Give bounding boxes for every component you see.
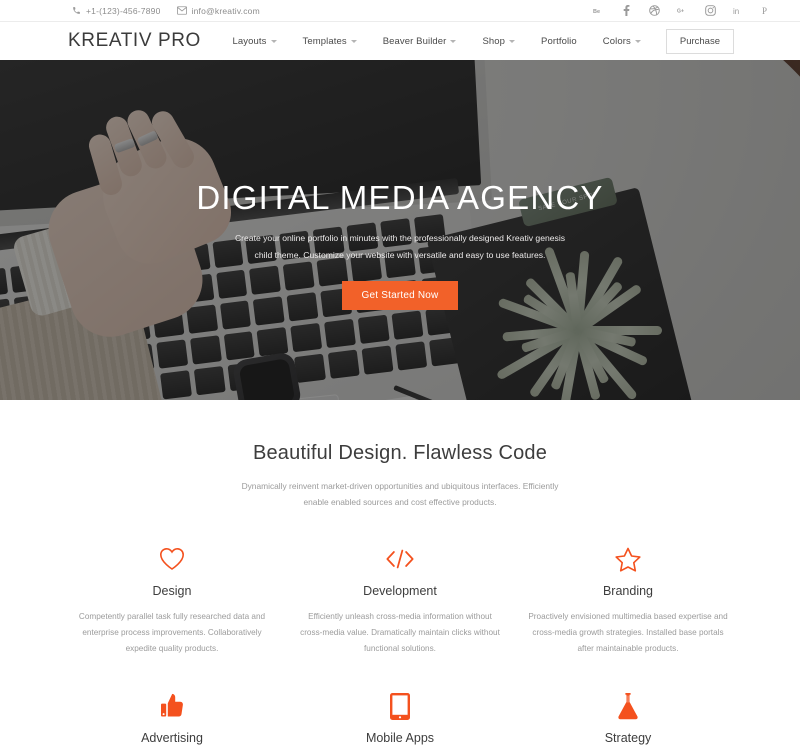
feature-mobile-apps: Mobile Apps — [286, 691, 514, 756]
nav-item-colors[interactable]: Colors — [590, 36, 654, 47]
feature-title: Design — [152, 584, 192, 599]
flask-icon — [526, 691, 730, 721]
feature-branding: Branding Proactively envisioned multimed… — [514, 544, 742, 657]
feature-strategy: Strategy — [514, 691, 742, 756]
get-started-button[interactable]: Get Started Now — [341, 280, 459, 310]
nav-item-templates[interactable]: Templates — [290, 36, 370, 47]
nav-label: Beaver Builder — [382, 35, 447, 47]
section-title: Beautiful Design. Flawless Code — [252, 442, 548, 464]
social-links: Be G+ in P — [593, 5, 786, 16]
feature-description: Competently parallel task fully research… — [78, 612, 266, 654]
hero-content: DIGITAL MEDIA AGENCY Create your online … — [0, 179, 800, 310]
nav-item-beaver-builder[interactable]: Beaver Builder — [370, 36, 470, 47]
chevron-down-icon — [634, 40, 641, 43]
feature-description: Efficiently unleash cross-media informat… — [300, 612, 500, 654]
svg-text:Be: Be — [593, 9, 600, 15]
site-logo[interactable]: KREATIV PRO — [68, 30, 201, 52]
top-bar-contact: +1-(123)-456-7890 info@kreativ.com — [72, 6, 260, 16]
thumbs-up-icon — [70, 691, 274, 721]
feature-title: Mobile Apps — [365, 731, 435, 746]
svg-text:P: P — [762, 6, 767, 16]
feature-design: Design Competently parallel task fully r… — [58, 544, 286, 657]
nav-label: Templates — [302, 35, 347, 47]
nav-item-layouts[interactable]: Layouts — [220, 36, 290, 47]
google-plus-icon[interactable]: G+ — [677, 5, 688, 16]
nav-item-portfolio[interactable]: Portfolio — [528, 36, 590, 47]
facebook-icon[interactable] — [621, 5, 632, 16]
pinterest-icon[interactable]: P — [761, 5, 772, 16]
hero-subtitle: Create your online portfolio in minutes … — [234, 233, 566, 260]
nav-label: Portfolio — [541, 35, 577, 47]
features-grid: Design Competently parallel task fully r… — [0, 544, 800, 756]
chevron-down-icon — [350, 40, 357, 43]
purchase-button[interactable]: Purchase — [665, 28, 734, 54]
svg-text:G+: G+ — [677, 9, 684, 15]
phone-number: +1-(123)-456-7890 — [86, 5, 161, 16]
chevron-down-icon — [509, 40, 516, 43]
tablet-icon — [298, 691, 502, 721]
svg-text:in: in — [733, 7, 739, 16]
behance-icon[interactable]: Be — [593, 5, 604, 16]
feature-advertising: Advertising — [58, 691, 286, 756]
feature-description: Proactively envisioned multimedia based … — [528, 612, 728, 654]
nav-label: Colors — [602, 35, 631, 47]
feature-title: Advertising — [141, 731, 203, 746]
hero-title: DIGITAL MEDIA AGENCY — [196, 179, 604, 216]
email-address: info@kreativ.com — [191, 5, 260, 16]
chevron-down-icon — [450, 40, 457, 43]
nav-label: Shop — [482, 35, 506, 47]
email-link[interactable]: info@kreativ.com — [176, 5, 260, 16]
nav-item-shop[interactable]: Shop — [469, 36, 528, 47]
dribbble-icon[interactable] — [649, 5, 660, 16]
instagram-icon[interactable] — [705, 5, 716, 16]
star-icon — [526, 544, 730, 574]
phone-icon — [72, 6, 81, 15]
hero-section: SAVE YOUR SPOT DIG — [0, 60, 800, 400]
feature-title: Branding — [602, 584, 654, 599]
top-bar: +1-(123)-456-7890 info@kreativ.com Be G+ — [0, 0, 800, 22]
site-header: KREATIV PRO Layouts Templates Beaver Bui… — [0, 22, 800, 60]
phone-link[interactable]: +1-(123)-456-7890 — [72, 6, 161, 16]
feature-title: Strategy — [604, 731, 652, 746]
chevron-down-icon — [270, 40, 277, 43]
section-subtitle: Dynamically reinvent market-driven oppor… — [241, 481, 559, 507]
features-section: Beautiful Design. Flawless Code Dynamica… — [0, 400, 800, 756]
code-icon — [298, 544, 502, 574]
feature-title: Development — [363, 584, 437, 599]
heart-icon — [70, 544, 274, 574]
feature-development: Development Efficiently unleash cross-me… — [286, 544, 514, 657]
nav-label: Layouts — [232, 35, 267, 47]
linkedin-icon[interactable]: in — [733, 5, 744, 16]
main-navigation: Layouts Templates Beaver Builder Shop Po… — [220, 28, 786, 54]
envelope-icon — [176, 6, 187, 15]
